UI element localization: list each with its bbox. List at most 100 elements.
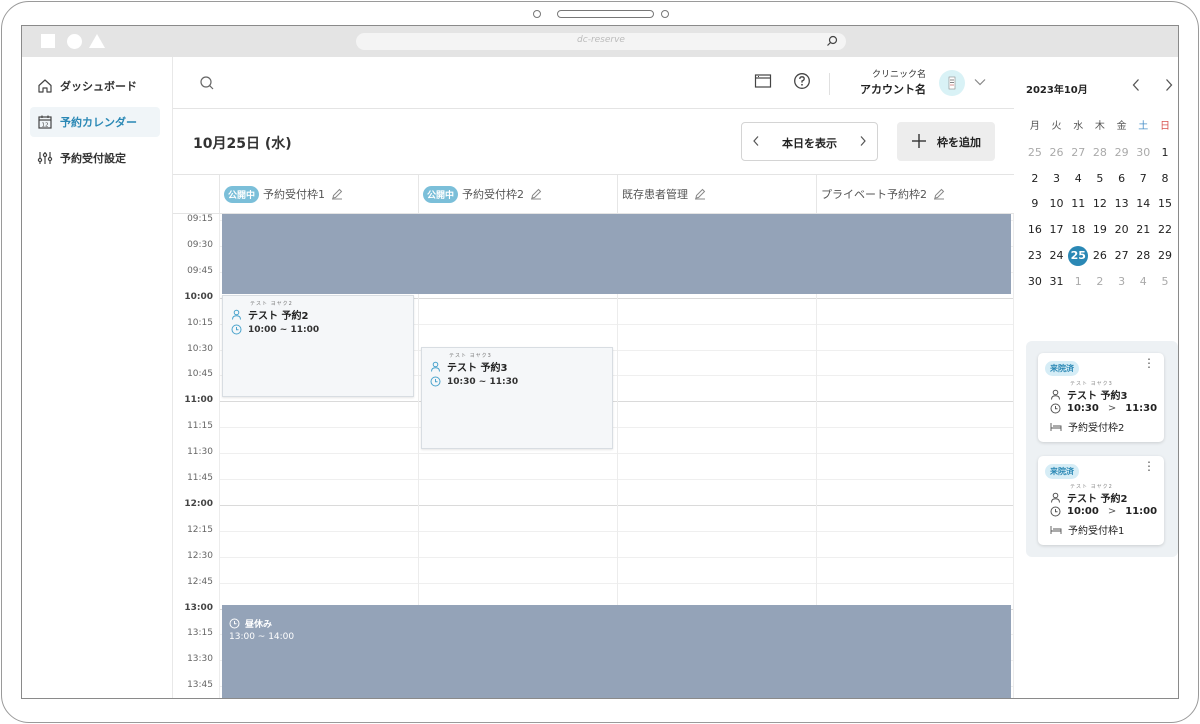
blocked-time[interactable] <box>222 214 1011 294</box>
calendar-day[interactable]: 13 <box>1111 191 1133 217</box>
calendar-day[interactable]: 18 <box>1067 217 1089 243</box>
sidebar-item-dashboard[interactable]: ダッシュボード <box>30 71 160 101</box>
chevron-right-icon[interactable] <box>859 135 867 147</box>
divider <box>829 73 830 95</box>
calendar-day-number: 20 <box>1114 223 1129 237</box>
calendar-day[interactable]: 22 <box>1154 217 1176 243</box>
calendar-day[interactable]: 28 <box>1132 243 1154 269</box>
sidebar-item-calendar[interactable]: 12 予約カレンダー <box>30 107 160 137</box>
sidebar-item-label: 予約カレンダー <box>60 116 137 129</box>
chevron-right-icon[interactable] <box>1164 78 1174 92</box>
calendar-day[interactable]: 27 <box>1067 140 1089 166</box>
weekday-label: 月 <box>1029 121 1040 132</box>
plus-icon <box>912 134 926 148</box>
calendar-day[interactable]: 5 <box>1154 269 1176 295</box>
calendar-day[interactable]: 26 <box>1046 140 1068 166</box>
chevron-left-icon[interactable] <box>1131 78 1141 92</box>
add-slot-button[interactable]: 枠を追加 <box>897 122 995 161</box>
chevron-down-icon[interactable] <box>974 78 986 86</box>
calendar-day[interactable]: 14 <box>1132 191 1154 217</box>
window-icon[interactable] <box>754 73 772 89</box>
calendar-day-number: 28 <box>1136 248 1151 262</box>
calendar-day[interactable]: 1 <box>1154 140 1176 166</box>
calendar-day[interactable]: 16 <box>1024 217 1046 243</box>
calendar-day-number: 30 <box>1136 145 1151 159</box>
more-icon[interactable]: ⋮ <box>1143 460 1155 472</box>
user-icon <box>1051 389 1060 400</box>
visit-card[interactable]: 来院済 ⋮ テスト ヨヤク3 テスト 予約3 10:30 >11:30 予約受付枠… <box>1038 353 1164 442</box>
address-bar[interactable]: dc-reserve <box>356 33 846 50</box>
calendar-day-number: 17 <box>1049 223 1064 237</box>
column-slot-2[interactable]: 公開中 予約受付枠2 <box>418 175 617 213</box>
calendar-day[interactable]: 10 <box>1046 191 1068 217</box>
calendar-day[interactable]: 21 <box>1132 217 1154 243</box>
appointment-card[interactable]: テスト ヨヤク3 テスト 予約3 10:30 ~ 11:30 <box>421 347 613 449</box>
day-grid: テスト ヨヤク2 テスト 予約2 10:00 ~ 11:00 テスト ヨヤク3 … <box>173 214 1014 698</box>
calendar-day-number: 29 <box>1114 145 1129 159</box>
calendar-day[interactable]: 12 <box>1089 191 1111 217</box>
tooth-icon <box>948 76 956 90</box>
visit-end: 11:30 <box>1125 403 1158 414</box>
appointment-card[interactable]: テスト ヨヤク2 テスト 予約2 10:00 ~ 11:00 <box>222 295 414 397</box>
calendar-day[interactable]: 27 <box>1111 243 1133 269</box>
sidebar-item-settings[interactable]: 予約受付設定 <box>30 143 160 173</box>
calendar-day[interactable]: 11 <box>1067 191 1089 217</box>
time-label: 11:00 <box>184 395 213 406</box>
calendar-day[interactable]: 2 <box>1024 166 1046 192</box>
lunch-break[interactable]: 昼休み 13:00 ~ 14:00 <box>222 605 1011 698</box>
time-label: 10:00 <box>184 291 213 302</box>
arrow-icon: > <box>1107 506 1117 517</box>
today-navigator: 本日を表示 <box>741 122 878 161</box>
visit-list: 来院済 ⋮ テスト ヨヤク3 テスト 予約3 10:30 >11:30 予約受付枠… <box>1026 341 1178 557</box>
column-existing-patients[interactable]: 既存患者管理 <box>617 175 816 213</box>
calendar-day[interactable]: 30 <box>1024 269 1046 295</box>
avatar[interactable] <box>939 70 965 96</box>
mini-calendar: 月火水木金土日 25 26 27 28 29 30 1 2 3 4 5 6 7 8 9 10 11 12 13 14 15… <box>1024 114 1176 295</box>
calendar-day[interactable]: 19 <box>1089 217 1111 243</box>
calendar-day[interactable]: 31 <box>1046 269 1068 295</box>
calendar-day[interactable]: 23 <box>1024 243 1046 269</box>
calendar-day[interactable]: 4 <box>1132 269 1154 295</box>
calendar-day[interactable]: 17 <box>1046 217 1068 243</box>
calendar-day[interactable]: 6 <box>1111 166 1133 192</box>
calendar-day[interactable]: 5 <box>1089 166 1111 192</box>
column-private-slot[interactable]: プライベート予約枠2 <box>816 175 1014 213</box>
calendar-day[interactable]: 3 <box>1046 166 1068 192</box>
help-icon[interactable] <box>793 72 811 90</box>
calendar-day[interactable]: 25 <box>1024 140 1046 166</box>
calendar-day[interactable]: 30 <box>1132 140 1154 166</box>
calendar-day[interactable]: 3 <box>1111 269 1133 295</box>
calendar-day[interactable]: 15 <box>1154 191 1176 217</box>
calendar-day[interactable]: 20 <box>1111 217 1133 243</box>
calendar-day[interactable]: 7 <box>1132 166 1154 192</box>
time-label: 12:30 <box>187 550 213 561</box>
calendar-day[interactable]: 4 <box>1067 166 1089 192</box>
edit-icon[interactable] <box>694 188 706 200</box>
visit-slot-row: 予約受付枠1 <box>1050 522 1124 537</box>
calendar-day[interactable]: 26 <box>1089 243 1111 269</box>
calendar-day[interactable]: 29 <box>1154 243 1176 269</box>
calendar-day[interactable]: 24 <box>1046 243 1068 269</box>
edit-icon[interactable] <box>331 188 343 200</box>
time-label: 12:00 <box>184 498 213 509</box>
calendar-day[interactable]: 29 <box>1111 140 1133 166</box>
url-text: dc-reserve <box>577 35 625 45</box>
calendar-day-number: 3 <box>1053 171 1061 185</box>
appointment-time: 10:30 ~ 11:30 <box>447 376 519 387</box>
calendar-day-selected[interactable]: 25 <box>1067 243 1089 269</box>
calendar-day-number: 4 <box>1074 171 1082 185</box>
search-icon[interactable] <box>199 75 215 91</box>
user-icon <box>232 309 241 320</box>
calendar-day[interactable]: 8 <box>1154 166 1176 192</box>
more-icon[interactable]: ⋮ <box>1143 357 1155 369</box>
visit-card[interactable]: 来院済 ⋮ テスト ヨヤク2 テスト 予約2 10:00 >11:00 予約受付枠… <box>1038 456 1164 545</box>
today-button[interactable]: 本日を表示 <box>742 135 877 151</box>
calendar-day[interactable]: 28 <box>1089 140 1111 166</box>
column-slot-1[interactable]: 公開中 予約受付枠1 <box>219 175 418 213</box>
calendar-day[interactable]: 1 <box>1067 269 1089 295</box>
edit-icon[interactable] <box>530 188 542 200</box>
calendar-day[interactable]: 2 <box>1089 269 1111 295</box>
edit-icon[interactable] <box>933 188 945 200</box>
calendar-day-number: 25 <box>1027 145 1042 159</box>
calendar-day[interactable]: 9 <box>1024 191 1046 217</box>
